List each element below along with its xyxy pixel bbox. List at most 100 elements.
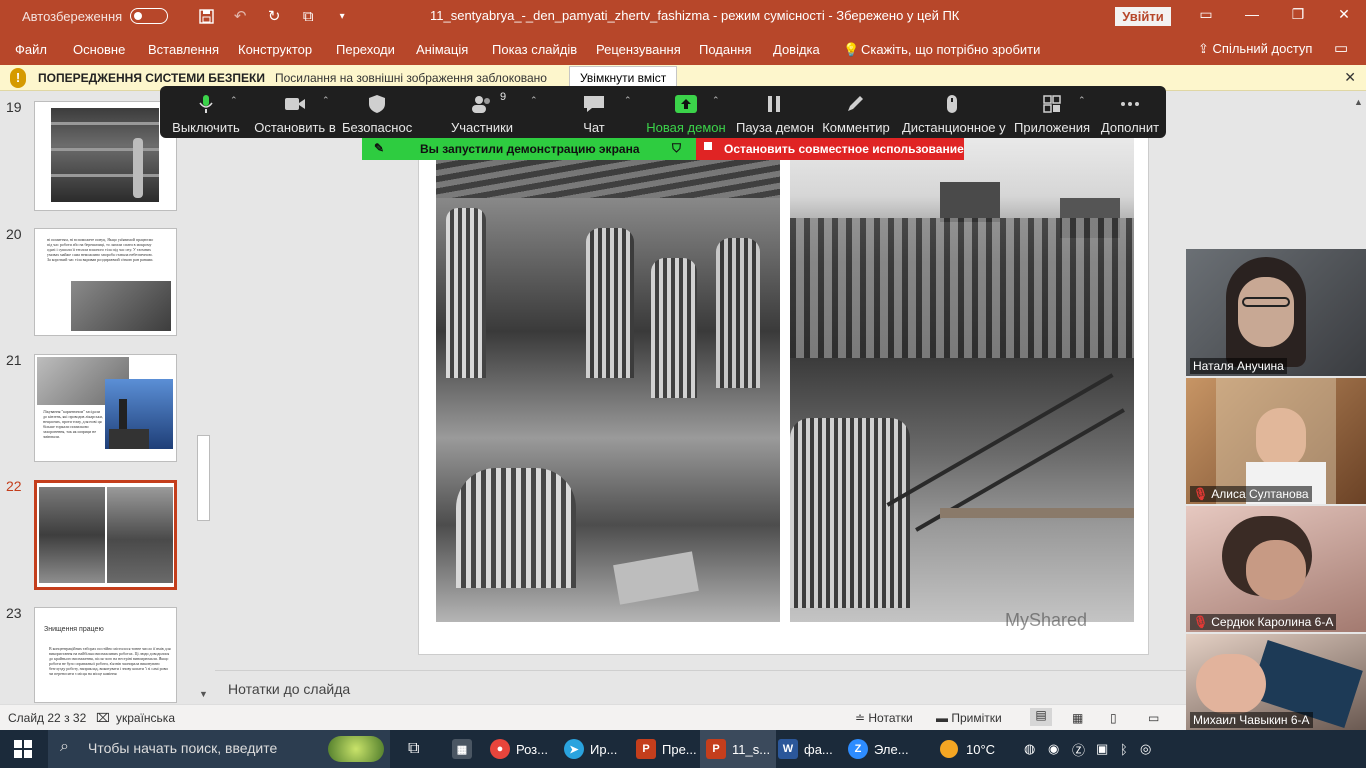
tab-review[interactable]: Рецензування — [596, 42, 681, 57]
slideshow-view-icon[interactable]: ▭ — [1148, 711, 1159, 725]
shield-icon — [369, 95, 385, 113]
taskbar-app[interactable]: ➤ Ир... — [564, 730, 617, 768]
notes-toggle[interactable]: ≐ Нотатки — [855, 711, 913, 725]
normal-view-icon[interactable]: ▤ — [1030, 708, 1052, 726]
redo-icon[interactable]: ↻ — [260, 2, 288, 30]
stop-icon — [704, 142, 712, 150]
customize-toolbar-icon[interactable]: ▾ — [328, 2, 356, 30]
slide-sorter-icon[interactable]: ▦ — [1072, 711, 1083, 725]
tab-transitions[interactable]: Переходи — [336, 42, 395, 57]
tell-me-search[interactable]: Скажіть, що потрібно зробити — [861, 42, 1040, 57]
new-share-button[interactable]: ⌃ Новая демон — [646, 86, 726, 138]
thumbnail-image — [105, 379, 173, 449]
calculator-icon[interactable]: ▦ — [452, 730, 478, 768]
tray-icon[interactable]: ◍ — [1024, 730, 1035, 768]
spellcheck-icon[interactable]: ⌧ — [96, 711, 110, 725]
tab-design[interactable]: Конструктор — [238, 42, 312, 57]
taskbar-app-label: Ир... — [590, 741, 618, 757]
pause-share-label: Пауза демон — [736, 120, 814, 135]
pause-share-button[interactable]: Пауза демон — [736, 86, 814, 138]
start-button[interactable] — [14, 730, 32, 768]
slide-thumbnail-21[interactable]: Лікування "карантином" засідали до кінзе… — [34, 354, 177, 462]
video-camera-icon — [285, 98, 305, 110]
ribbon-display-icon[interactable]: ▭ — [1196, 6, 1216, 23]
save-icon[interactable] — [192, 2, 220, 30]
participant-video-tile[interactable]: 🎙 Алиса Султанова — [1186, 378, 1366, 504]
tab-file[interactable]: Файл — [15, 42, 47, 57]
chrome-icon: ● — [490, 739, 510, 759]
tab-view[interactable]: Подання — [699, 42, 752, 57]
undo-icon[interactable]: ↶ — [226, 2, 254, 30]
tab-home[interactable]: Основне — [73, 42, 125, 57]
present-icon[interactable]: ⧉ — [294, 2, 322, 30]
autosave-toggle[interactable] — [130, 8, 169, 24]
taskbar-app[interactable]: Z Эле... — [848, 730, 909, 768]
minimize-icon[interactable]: — — [1242, 6, 1262, 22]
slide-thumbnail-22[interactable] — [34, 480, 177, 590]
tab-help[interactable]: Довідка — [773, 42, 820, 57]
tray-icon[interactable]: ◎ — [1140, 730, 1151, 768]
more-icon — [1121, 102, 1139, 106]
chat-button[interactable]: ⌃ Чат — [564, 86, 631, 138]
sun-icon — [940, 740, 958, 758]
bluetooth-icon[interactable]: ᛒ — [1120, 730, 1128, 768]
reading-view-icon[interactable]: ▯ — [1110, 711, 1117, 725]
watermark-logo: MyShared — [1005, 610, 1087, 631]
participant-video-tile[interactable]: Наталя Анучина — [1186, 249, 1366, 376]
telegram-icon: ➤ — [564, 739, 584, 759]
taskbar-search-box[interactable]: ⌕ Чтобы начать поиск, введите — [48, 730, 390, 768]
thumbnail-title: Знищення працею — [44, 626, 104, 633]
mute-button[interactable]: ⌃ Выключить — [166, 86, 246, 138]
remote-control-button[interactable]: Дистанционное у — [902, 86, 1006, 138]
slide-number-active: 22 — [6, 478, 22, 494]
signin-button[interactable]: Увійти — [1115, 7, 1171, 26]
zoom-tray-icon[interactable]: Ⓩ — [1072, 730, 1085, 768]
taskbar-app[interactable]: Wфа... — [778, 730, 833, 768]
taskbar-app[interactable]: P Пре... — [636, 730, 697, 768]
task-view-icon[interactable]: ⧉ — [408, 730, 419, 768]
close-icon[interactable]: ✕ — [1344, 69, 1356, 86]
comment-icon[interactable]: ▭ — [1334, 39, 1348, 57]
sharing-status-text: Вы запустили демонстрацию экрана — [420, 142, 640, 156]
close-icon[interactable]: ✕ — [1334, 6, 1354, 23]
scroll-up-icon[interactable]: ▲ — [1354, 97, 1363, 107]
participant-video-tile[interactable]: Михаил Чавыкин 6-А — [1186, 634, 1366, 730]
slide-thumbnail-23[interactable]: Знищення працею В концентраційних табора… — [34, 607, 177, 703]
chat-icon — [584, 96, 604, 112]
ribbon-tabs: Файл Основне Вставлення Конструктор Пере… — [0, 32, 1366, 65]
powerpoint-icon: P — [706, 739, 726, 759]
more-button[interactable]: Дополнит — [1098, 86, 1162, 138]
shield-check-icon: ⛉ — [672, 141, 682, 155]
annotate-button[interactable]: Комментир — [822, 86, 890, 138]
lightbulb-icon: 💡 — [843, 42, 860, 57]
participant-name: Наталя Анучина — [1193, 359, 1284, 373]
zoom-meeting-toolbar: ⌃ Выключить ⌃ Остановить в Безопаснос 9 … — [160, 86, 1166, 138]
taskbar-app[interactable]: ● Роз... — [490, 730, 548, 768]
weather-widget[interactable]: 10°C — [940, 730, 995, 768]
notes-pane[interactable]: Нотатки до слайда — [215, 670, 1351, 704]
restore-icon[interactable]: ❐ — [1288, 6, 1308, 23]
tab-animations[interactable]: Анімація — [416, 42, 468, 57]
share-label: Спільний доступ — [1212, 41, 1313, 56]
tray-icon[interactable]: ▣ — [1096, 730, 1108, 768]
tab-insert[interactable]: Вставлення — [148, 42, 219, 57]
slide-thumbnail-19[interactable] — [34, 101, 177, 211]
tray-icon[interactable]: ◉ — [1048, 730, 1059, 768]
pin-icon[interactable]: ✎ — [374, 141, 384, 155]
apps-button[interactable]: ⌃ Приложения — [1014, 86, 1090, 138]
thumbnail-scrollbar[interactable] — [197, 435, 210, 521]
participant-video-tile[interactable]: 🎙 Сердюк Каролина 6-А — [1186, 506, 1366, 632]
participant-name: Алиса Султанова — [1211, 487, 1309, 501]
share-button[interactable]: ⇪ Спільний доступ — [1198, 41, 1312, 57]
stop-video-button[interactable]: ⌃ Остановить в — [254, 86, 336, 138]
comments-toggle[interactable]: ▬ Примітки — [936, 711, 1002, 725]
language-label[interactable]: українська — [116, 711, 175, 725]
stop-share-button[interactable]: Остановить совместное использование — [696, 138, 964, 160]
tab-slideshow[interactable]: Показ слайдів — [492, 42, 577, 57]
taskbar-app-active[interactable]: P 11_s... — [700, 730, 777, 768]
scroll-down-icon[interactable]: ▼ — [199, 689, 208, 699]
security-button[interactable]: Безопаснос — [342, 86, 412, 138]
slide-thumbnail-20[interactable]: ні помиттям, ні вспоможете повуц. Якщо у… — [34, 228, 177, 336]
comments-label: Примітки — [951, 711, 1002, 725]
participants-button[interactable]: 9 ⌃ Участники — [444, 86, 538, 138]
